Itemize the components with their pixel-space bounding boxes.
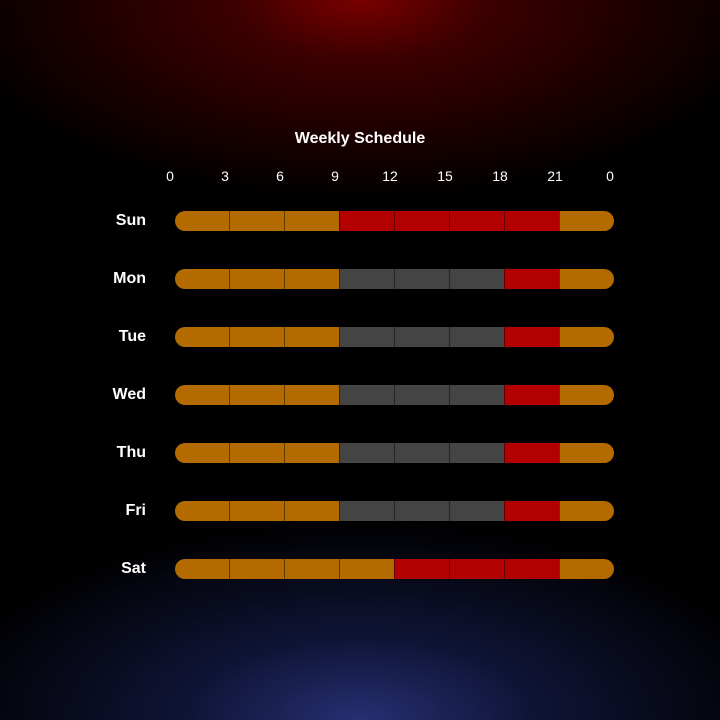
- schedule-block-work: [339, 385, 394, 405]
- schedule-block-sleep: [175, 443, 229, 463]
- schedule-block-sleep: [284, 211, 339, 231]
- schedule-block-work: [394, 269, 449, 289]
- schedule-block-work: [339, 443, 394, 463]
- schedule-block-busy: [394, 211, 449, 231]
- schedule-block-sleep: [559, 443, 614, 463]
- schedule-block-work: [449, 443, 504, 463]
- schedule-block-sleep: [284, 385, 339, 405]
- schedule-block-work: [339, 501, 394, 521]
- hour-tick: 12: [382, 168, 398, 184]
- schedule-bar: [175, 327, 614, 347]
- schedule-block-busy: [449, 211, 504, 231]
- day-row-thu: Thu: [0, 443, 720, 463]
- day-label: Wed: [112, 386, 146, 403]
- schedule-title: Weekly Schedule: [294, 130, 426, 147]
- schedule-block-busy: [504, 559, 559, 579]
- hour-tick: 9: [331, 168, 339, 184]
- day-row-mon: Mon: [0, 269, 720, 289]
- hour-tick: 0: [606, 168, 614, 184]
- hour-tick: 15: [437, 168, 453, 184]
- schedule-bar: [175, 443, 614, 463]
- schedule-block-sleep: [559, 385, 614, 405]
- schedule-block-busy: [504, 327, 559, 347]
- day-label: Sat: [121, 560, 146, 577]
- schedule-block-sleep: [229, 269, 284, 289]
- day-label: Mon: [113, 270, 146, 287]
- schedule-block-work: [339, 327, 394, 347]
- day-label: Tue: [118, 328, 146, 345]
- schedule-block-sleep: [284, 559, 339, 579]
- schedule-block-sleep: [559, 327, 614, 347]
- day-row-sat: Sat: [0, 559, 720, 579]
- schedule-block-sleep: [175, 327, 229, 347]
- day-row-sun: Sun: [0, 211, 720, 231]
- schedule-bar: [175, 501, 614, 521]
- schedule-block-sleep: [559, 211, 614, 231]
- schedule-block-sleep: [559, 559, 614, 579]
- day-row-wed: Wed: [0, 385, 720, 405]
- schedule-block-work: [394, 443, 449, 463]
- schedule-block-sleep: [559, 269, 614, 289]
- schedule-block-sleep: [229, 501, 284, 521]
- schedule-block-work: [449, 327, 504, 347]
- schedule-block-sleep: [175, 385, 229, 405]
- schedule-block-busy: [504, 269, 559, 289]
- hour-tick: 3: [221, 168, 229, 184]
- schedule-block-work: [449, 385, 504, 405]
- schedule-block-work: [339, 269, 394, 289]
- schedule-block-sleep: [229, 559, 284, 579]
- schedule-block-work: [449, 501, 504, 521]
- schedule-block-sleep: [229, 443, 284, 463]
- schedule-block-sleep: [175, 559, 229, 579]
- day-label: Thu: [116, 444, 146, 461]
- schedule-bar: [175, 211, 614, 231]
- day-row-tue: Tue: [0, 327, 720, 347]
- schedule-block-work: [449, 269, 504, 289]
- schedule-block-sleep: [284, 269, 339, 289]
- schedule-block-work: [394, 501, 449, 521]
- schedule-block-work: [394, 327, 449, 347]
- hour-tick: 0: [166, 168, 174, 184]
- schedule-block-sleep: [229, 211, 284, 231]
- schedule-block-sleep: [229, 327, 284, 347]
- hour-tick: 18: [492, 168, 508, 184]
- schedule-bar: [175, 269, 614, 289]
- schedule-block-busy: [504, 501, 559, 521]
- schedule-block-sleep: [175, 211, 229, 231]
- schedule-bar: [175, 559, 614, 579]
- schedule-block-sleep: [229, 385, 284, 405]
- schedule-block-work: [394, 385, 449, 405]
- schedule-block-sleep: [175, 269, 229, 289]
- schedule-block-busy: [504, 443, 559, 463]
- schedule-block-sleep: [284, 501, 339, 521]
- day-label: Sun: [115, 212, 146, 229]
- schedule-block-busy: [449, 559, 504, 579]
- schedule-block-busy: [504, 385, 559, 405]
- hour-tick: 21: [547, 168, 563, 184]
- schedule-block-sleep: [284, 443, 339, 463]
- schedule-block-sleep: [559, 501, 614, 521]
- hour-tick: 6: [276, 168, 284, 184]
- schedule-block-busy: [394, 559, 449, 579]
- schedule-bar: [175, 385, 614, 405]
- day-label: Fri: [125, 502, 146, 519]
- schedule-block-busy: [339, 211, 394, 231]
- day-row-fri: Fri: [0, 501, 720, 521]
- schedule-block-sleep: [175, 501, 229, 521]
- schedule-block-sleep: [339, 559, 394, 579]
- schedule-block-sleep: [284, 327, 339, 347]
- schedule-block-busy: [504, 211, 559, 231]
